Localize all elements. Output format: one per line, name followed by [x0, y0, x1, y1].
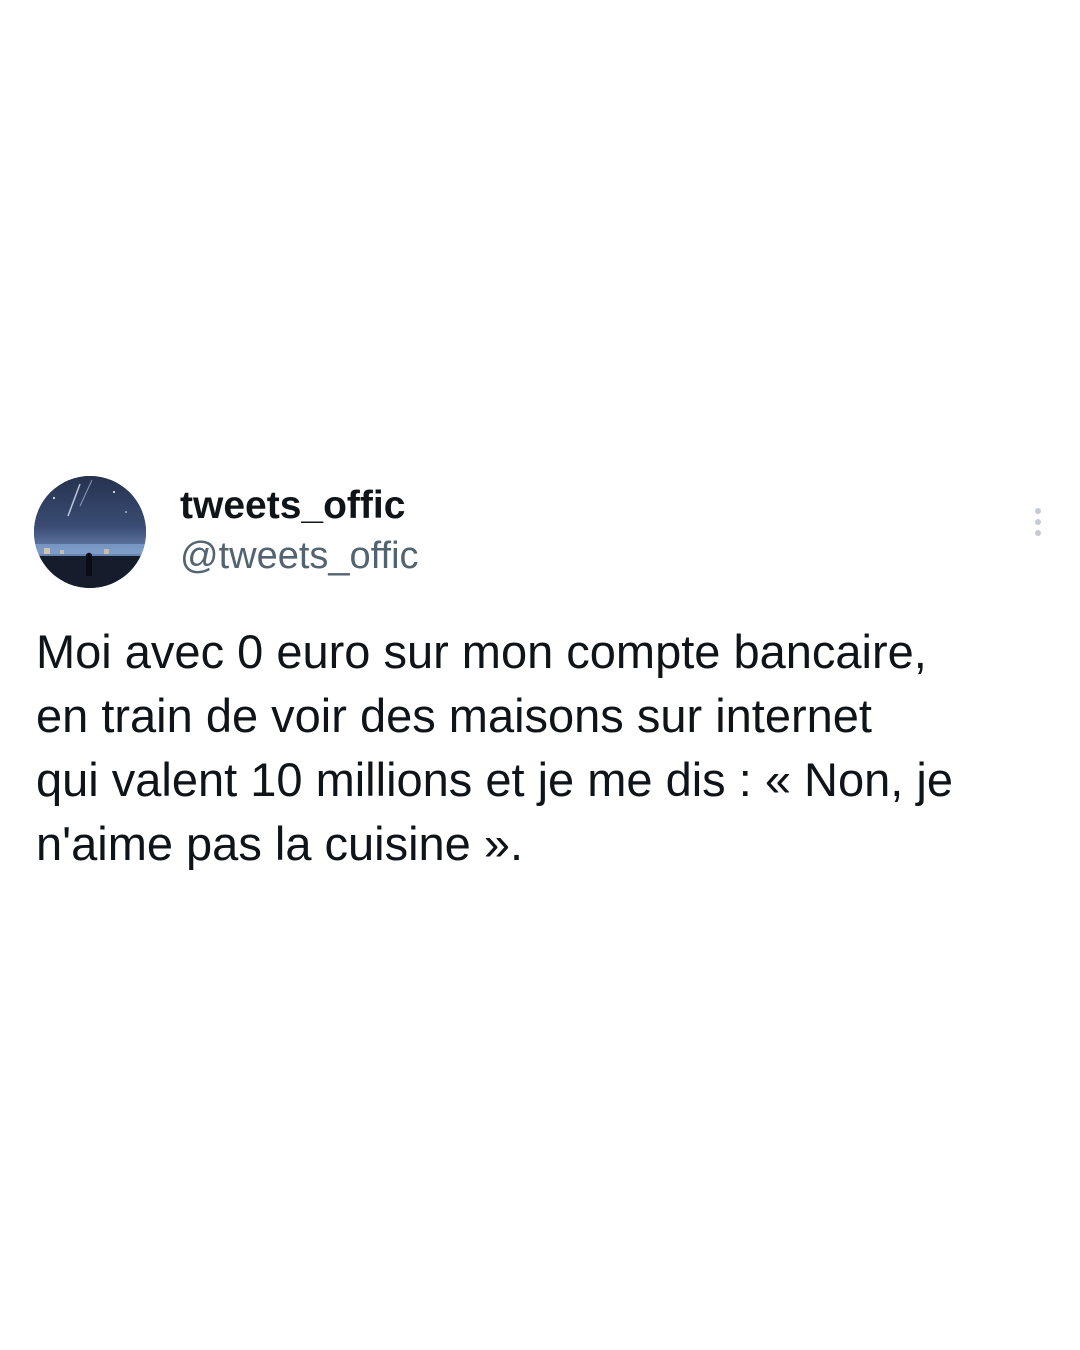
display-name[interactable]: tweets_offic: [180, 484, 405, 528]
more-vertical-icon-dot: [1035, 530, 1041, 536]
more-options-button[interactable]: [1022, 500, 1054, 544]
avatar-image: [34, 476, 146, 588]
tweet-text: Moi avec 0 euro sur mon compte bancaire,…: [36, 625, 953, 870]
more-vertical-icon-dot: [1035, 519, 1041, 525]
more-vertical-icon: [1035, 508, 1041, 514]
user-handle[interactable]: @tweets_offic: [180, 534, 419, 578]
avatar[interactable]: [34, 476, 146, 588]
tweet-card: tweets_offic @tweets_offic Moi avec 0 eu…: [0, 0, 1080, 1350]
